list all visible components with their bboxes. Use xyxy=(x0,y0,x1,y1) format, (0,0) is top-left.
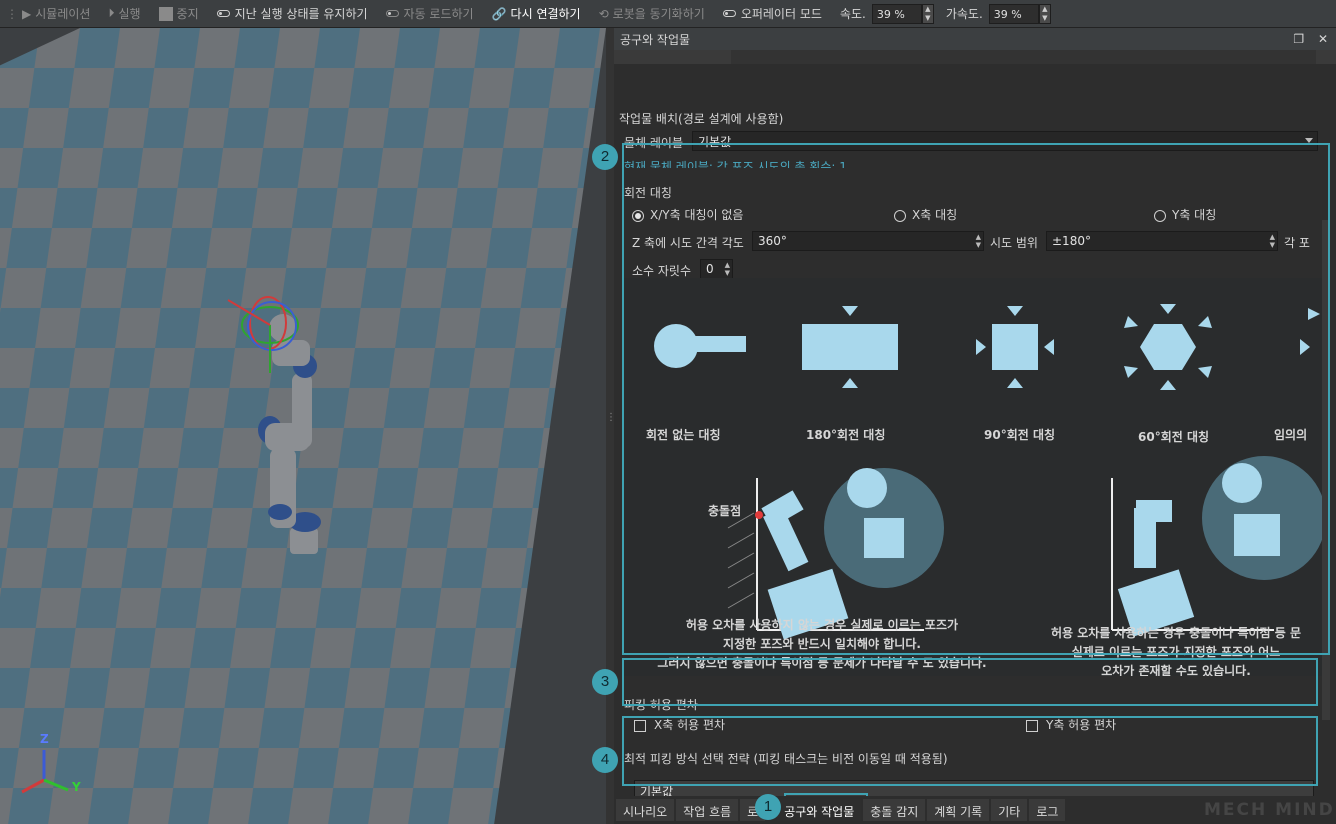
accel-label: 가속도. xyxy=(945,7,983,21)
axis-y-label: Y xyxy=(72,780,81,794)
play-icon: ▶ xyxy=(22,6,32,21)
float-icon[interactable]: ❐ xyxy=(1293,32,1304,46)
speed-value[interactable]: 39 % xyxy=(871,3,922,24)
close-icon[interactable]: ✕ xyxy=(1318,32,1328,46)
sync-robot-button[interactable]: ⟲ 로봇을 동기화하기 xyxy=(599,5,705,22)
tab-plan-log[interactable]: 계획 기록 xyxy=(927,799,990,821)
placement-label: 작업물 배치(경로 설계에 사용함) xyxy=(619,112,784,126)
callout-4: 4 xyxy=(592,747,618,773)
robot-sync-icon: ⟲ xyxy=(598,6,609,21)
3d-viewport[interactable]: Z Y xyxy=(0,28,606,824)
simulation-button[interactable]: ▶ 시뮬레이션 xyxy=(22,5,90,22)
panel-controls: ❐ ✕ xyxy=(1293,32,1328,46)
accel-value[interactable]: 39 % xyxy=(988,3,1039,24)
tab-scenario[interactable]: 시나리오 xyxy=(616,799,675,821)
tab-other[interactable]: 기타 xyxy=(991,799,1028,821)
highlight-rotation xyxy=(622,143,1330,655)
tab-log[interactable]: 로그 xyxy=(1029,799,1066,821)
scene-svg xyxy=(0,28,606,824)
tab-workflow[interactable]: 작업 흐름 xyxy=(676,799,739,821)
speed-spinbox[interactable]: 39 % ▲ ▼ xyxy=(871,3,934,24)
highlight-picking-tolerance xyxy=(622,658,1318,706)
toggle-icon xyxy=(216,10,230,17)
accel-spinbox[interactable]: 39 % ▲ ▼ xyxy=(988,3,1051,24)
stop-icon xyxy=(158,6,173,21)
reconnect-button[interactable]: 🔗 다시 연결하기 xyxy=(492,5,581,22)
watermark-logo: MECH MIND xyxy=(1204,800,1335,820)
spin-arrows-icon[interactable]: ▲ ▼ xyxy=(1038,3,1051,24)
axis-z-label: Z xyxy=(40,732,49,746)
spin-arrows-icon[interactable]: ▲ ▼ xyxy=(921,3,934,24)
tab-strip xyxy=(614,50,1336,64)
callout-2: 2 xyxy=(592,144,618,170)
stop-button[interactable]: 중지 xyxy=(158,5,199,22)
auto-load-toggle[interactable]: 자동 로드하기 xyxy=(385,5,474,22)
tab-tool-workpiece[interactable]: 공구와 작업물 xyxy=(777,799,862,821)
toolbar-grip: ⋮ xyxy=(6,6,18,21)
panel-titlebar: 공구와 작업물 ❐ ✕ xyxy=(614,28,1336,50)
toolbar: ⋮ ▶ 시뮬레이션 ⏵ 실행 중지 지난 실행 상태를 유지하기 자동 로드하기… xyxy=(0,0,1336,28)
panel-title: 공구와 작업물 xyxy=(620,32,691,47)
toggle-icon xyxy=(722,10,736,17)
run-button[interactable]: ⏵ 실행 xyxy=(108,5,140,22)
toggle-icon xyxy=(385,10,399,17)
operator-mode-toggle[interactable]: 오퍼레이터 모드 xyxy=(722,5,822,22)
callout-3: 3 xyxy=(592,669,618,695)
run-icon: ⏵ xyxy=(108,6,115,20)
tab-collision[interactable]: 충돌 감지 xyxy=(863,799,926,821)
callout-1: 1 xyxy=(755,794,781,820)
highlight-strategy xyxy=(622,716,1318,786)
link-icon: 🔗 xyxy=(491,6,507,21)
speed-label: 속도. xyxy=(839,7,866,21)
keep-state-toggle[interactable]: 지난 실행 상태를 유지하기 xyxy=(216,5,368,22)
